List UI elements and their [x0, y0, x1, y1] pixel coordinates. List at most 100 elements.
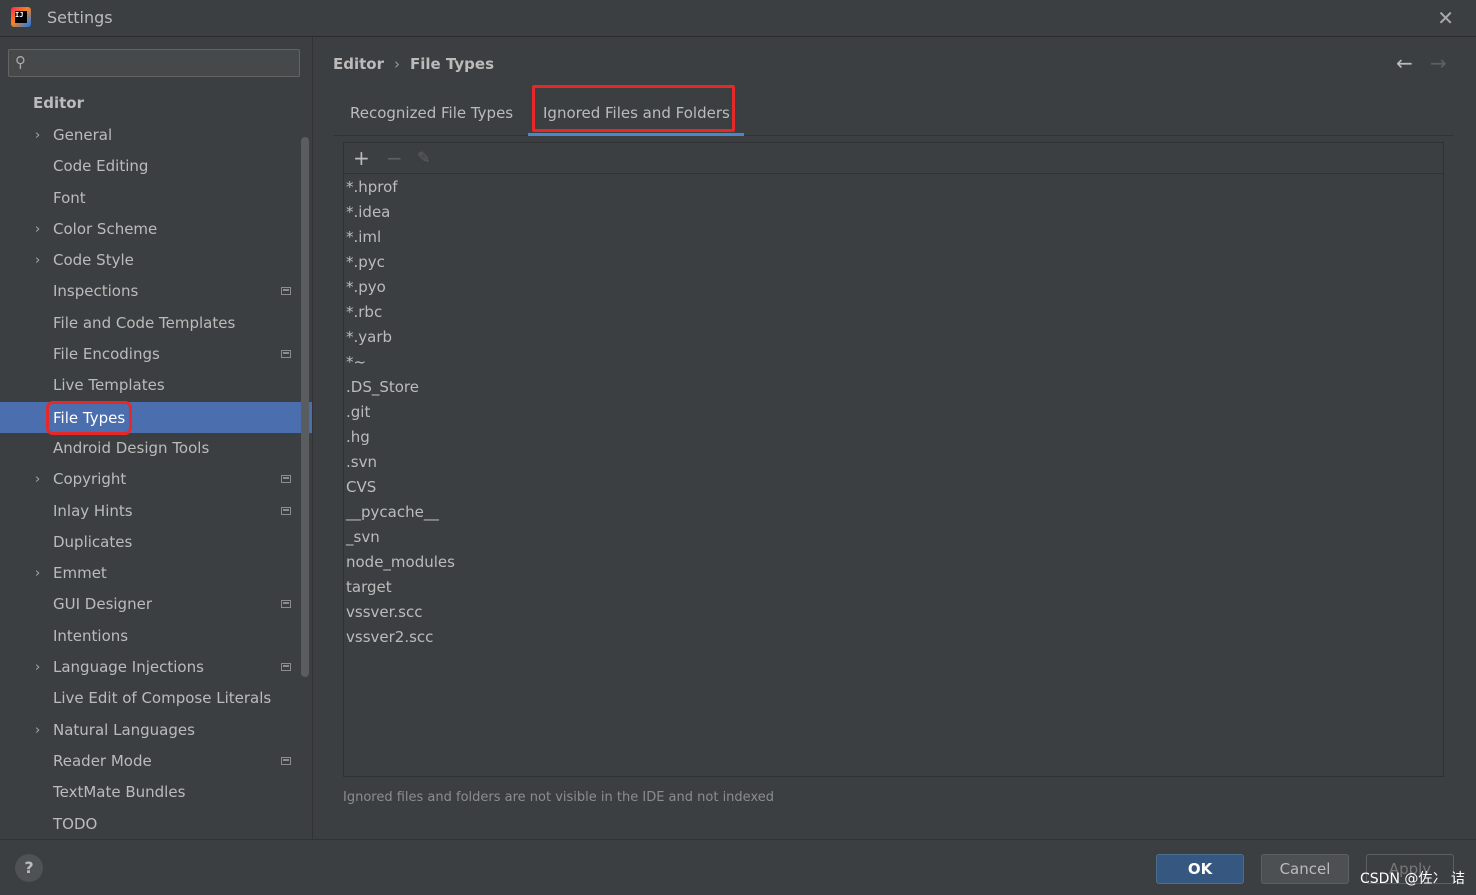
settings-content: Editor › File Types ← → Recognized File Ty…	[313, 37, 1476, 839]
sidebar-item-file-encodings[interactable]: File Encodings	[0, 339, 312, 370]
sidebar-item-font[interactable]: Font	[0, 183, 312, 214]
sidebar-item-label: Copyright	[53, 470, 127, 489]
ignored-patterns-panel: + − ✎ *.hprof *.idea *.iml *.pyc *.pyo *.rbc *…	[343, 142, 1444, 777]
sidebar-item-textmate-bundles[interactable]: TextMate Bundles	[0, 777, 312, 808]
sidebar-item-label: File Encodings	[53, 345, 160, 364]
sidebar-scrollbar[interactable]	[301, 137, 309, 677]
list-item[interactable]: *.pyo	[346, 275, 1436, 300]
sidebar-item-inspections[interactable]: Inspections	[0, 276, 312, 307]
settings-sidebar: ⚲ Editor › General Code Editing Font › Color …	[0, 37, 313, 839]
project-scope-icon	[281, 506, 291, 515]
list-item[interactable]: vssver2.scc	[346, 625, 1436, 650]
list-item[interactable]: target	[346, 575, 1436, 600]
sidebar-item-live-edit-of-compose-literals[interactable]: Live Edit of Compose Literals	[0, 683, 312, 714]
intellij-logo-icon: IJ	[11, 7, 31, 27]
sidebar-item-duplicates[interactable]: Duplicates	[0, 527, 312, 558]
edit-icon[interactable]: ✎	[417, 148, 430, 167]
sidebar-item-label: File and Code Templates	[53, 313, 236, 332]
list-item[interactable]: _svn	[346, 525, 1436, 550]
sidebar-item-file-and-code-templates[interactable]: File and Code Templates	[0, 308, 312, 339]
sidebar-item-code-editing[interactable]: Code Editing	[0, 151, 312, 182]
ok-button[interactable]: OK	[1156, 854, 1244, 884]
sidebar-item-copyright[interactable]: › Copyright	[0, 464, 312, 495]
tab-recognized-file-types[interactable]: Recognized File Types	[350, 85, 513, 133]
chevron-right-icon[interactable]: ›	[35, 715, 40, 746]
sidebar-item-label: TextMate Bundles	[53, 783, 186, 802]
list-item[interactable]: .git	[346, 400, 1436, 425]
project-scope-icon	[281, 600, 291, 609]
chevron-right-icon[interactable]: ›	[35, 558, 40, 589]
chevron-right-icon[interactable]: ›	[35, 652, 40, 683]
sidebar-item-label: Inlay Hints	[53, 501, 133, 520]
list-item[interactable]: *~	[346, 350, 1436, 375]
chevron-right-icon[interactable]: ›	[35, 120, 40, 151]
breadcrumb: Editor › File Types	[333, 55, 494, 73]
sidebar-item-color-scheme[interactable]: › Color Scheme	[0, 214, 312, 245]
list-item[interactable]: *.pyc	[346, 250, 1436, 275]
breadcrumb-editor[interactable]: Editor	[333, 55, 384, 73]
sidebar-item-natural-languages[interactable]: › Natural Languages	[0, 715, 312, 746]
sidebar-item-gui-designer[interactable]: GUI Designer	[0, 589, 312, 620]
search-input[interactable]	[37, 52, 296, 76]
ignored-patterns-list: *.hprof *.idea *.iml *.pyc *.pyo *.rbc *.yarb *…	[346, 175, 1436, 650]
back-arrow-icon[interactable]: ←	[1396, 51, 1413, 75]
list-item[interactable]: .hg	[346, 425, 1436, 450]
sidebar-item-label: Intentions	[53, 626, 129, 645]
sidebar-item-file-types[interactable]: File Types	[0, 400, 312, 435]
sidebar-item-emmet[interactable]: › Emmet	[0, 558, 312, 589]
dialog-footer: ? OK Cancel Apply CSDN @佐冫 诘	[0, 839, 1476, 895]
sidebar-item-intentions[interactable]: Intentions	[0, 621, 312, 652]
sidebar-item-code-style[interactable]: › Code Style	[0, 245, 312, 276]
breadcrumb-separator: ›	[394, 55, 400, 73]
sidebar-item-label: Live Edit of Compose Literals	[53, 689, 272, 708]
sidebar-item-inlay-hints[interactable]: Inlay Hints	[0, 496, 312, 527]
chevron-right-icon[interactable]: ›	[35, 214, 40, 245]
sidebar-item-label: GUI Designer	[53, 595, 152, 614]
remove-icon[interactable]: −	[386, 146, 403, 170]
list-item[interactable]: .svn	[346, 450, 1436, 475]
add-icon[interactable]: +	[353, 146, 370, 170]
sidebar-item-label: TODO	[53, 814, 98, 833]
settings-tree: › General Code Editing Font › Color Scheme › Co…	[0, 120, 312, 840]
help-icon[interactable]: ?	[15, 854, 43, 882]
project-scope-icon	[281, 756, 291, 765]
list-item[interactable]: *.yarb	[346, 325, 1436, 350]
window-title: Settings	[47, 8, 113, 27]
highlight-box	[532, 85, 735, 132]
sidebar-item-label: Language Injections	[53, 658, 204, 677]
tree-group-editor[interactable]: Editor	[33, 94, 84, 112]
list-item[interactable]: *.rbc	[346, 300, 1436, 325]
project-scope-icon	[281, 663, 291, 672]
sidebar-item-live-templates[interactable]: Live Templates	[0, 370, 312, 401]
list-item[interactable]: CVS	[346, 475, 1436, 500]
sidebar-item-label: Android Design Tools	[53, 438, 210, 457]
project-scope-icon	[281, 287, 291, 296]
list-item[interactable]: *.hprof	[346, 175, 1436, 200]
sidebar-item-language-injections[interactable]: › Language Injections	[0, 652, 312, 683]
sidebar-item-todo[interactable]: TODO	[0, 809, 312, 840]
sidebar-item-android-design-tools[interactable]: Android Design Tools	[0, 433, 312, 464]
chevron-right-icon[interactable]: ›	[35, 245, 40, 276]
sidebar-item-label: Reader Mode	[53, 751, 152, 770]
chevron-right-icon[interactable]: ›	[35, 464, 40, 495]
project-scope-icon	[281, 475, 291, 484]
list-toolbar: + − ✎	[344, 143, 1443, 174]
sidebar-item-general[interactable]: › General	[0, 120, 312, 151]
list-item[interactable]: node_modules	[346, 550, 1436, 575]
list-item[interactable]: __pycache__	[346, 500, 1436, 525]
hint-text: Ignored files and folders are not visibl…	[343, 790, 774, 805]
sidebar-item-label: Natural Languages	[53, 720, 195, 739]
cancel-button[interactable]: Cancel	[1261, 854, 1349, 884]
list-item[interactable]: vssver.scc	[346, 600, 1436, 625]
sidebar-item-reader-mode[interactable]: Reader Mode	[0, 746, 312, 777]
forward-arrow-icon[interactable]: →	[1430, 51, 1447, 75]
sidebar-item-label: Inspections	[53, 282, 139, 301]
settings-search-box[interactable]: ⚲	[8, 49, 300, 77]
list-item[interactable]: .DS_Store	[346, 375, 1436, 400]
tab-ignored-files-and-folders[interactable]: Ignored Files and Folders	[528, 85, 744, 136]
sidebar-item-label: Duplicates	[53, 532, 133, 551]
close-icon[interactable]: ✕	[1437, 6, 1454, 30]
title-bar: IJ Settings ✕	[0, 0, 1476, 37]
list-item[interactable]: *.iml	[346, 225, 1436, 250]
list-item[interactable]: *.idea	[346, 200, 1436, 225]
